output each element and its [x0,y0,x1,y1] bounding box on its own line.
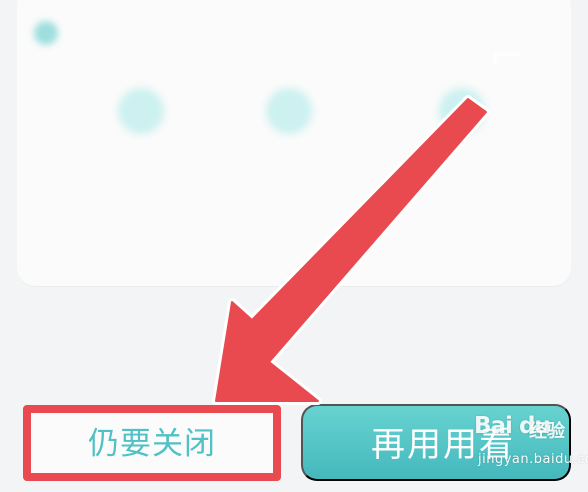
blurred-title-row [34,18,73,48]
baidu-jingyan-watermark: Bai du 经验 jingyan.baidu.com [474,413,588,475]
teal-dot-icon [34,21,58,45]
corner-line-icon: ⌐ [489,31,525,80]
app-screen: ⌐ 仍要关闭 再用用看 Bai du 经验 jingyan.baidu.com [0,0,588,492]
close-anyway-button[interactable]: 仍要关闭 [23,405,281,481]
blurred-feature-item [201,88,376,170]
watermark-url: jingyan.baidu.com [478,452,588,467]
feature-icon-2 [265,88,312,134]
blurred-feature-item [374,88,549,170]
feature-icon-1 [117,88,164,134]
watermark-label: 经验 [529,421,565,442]
feature-icon-3 [438,88,485,134]
